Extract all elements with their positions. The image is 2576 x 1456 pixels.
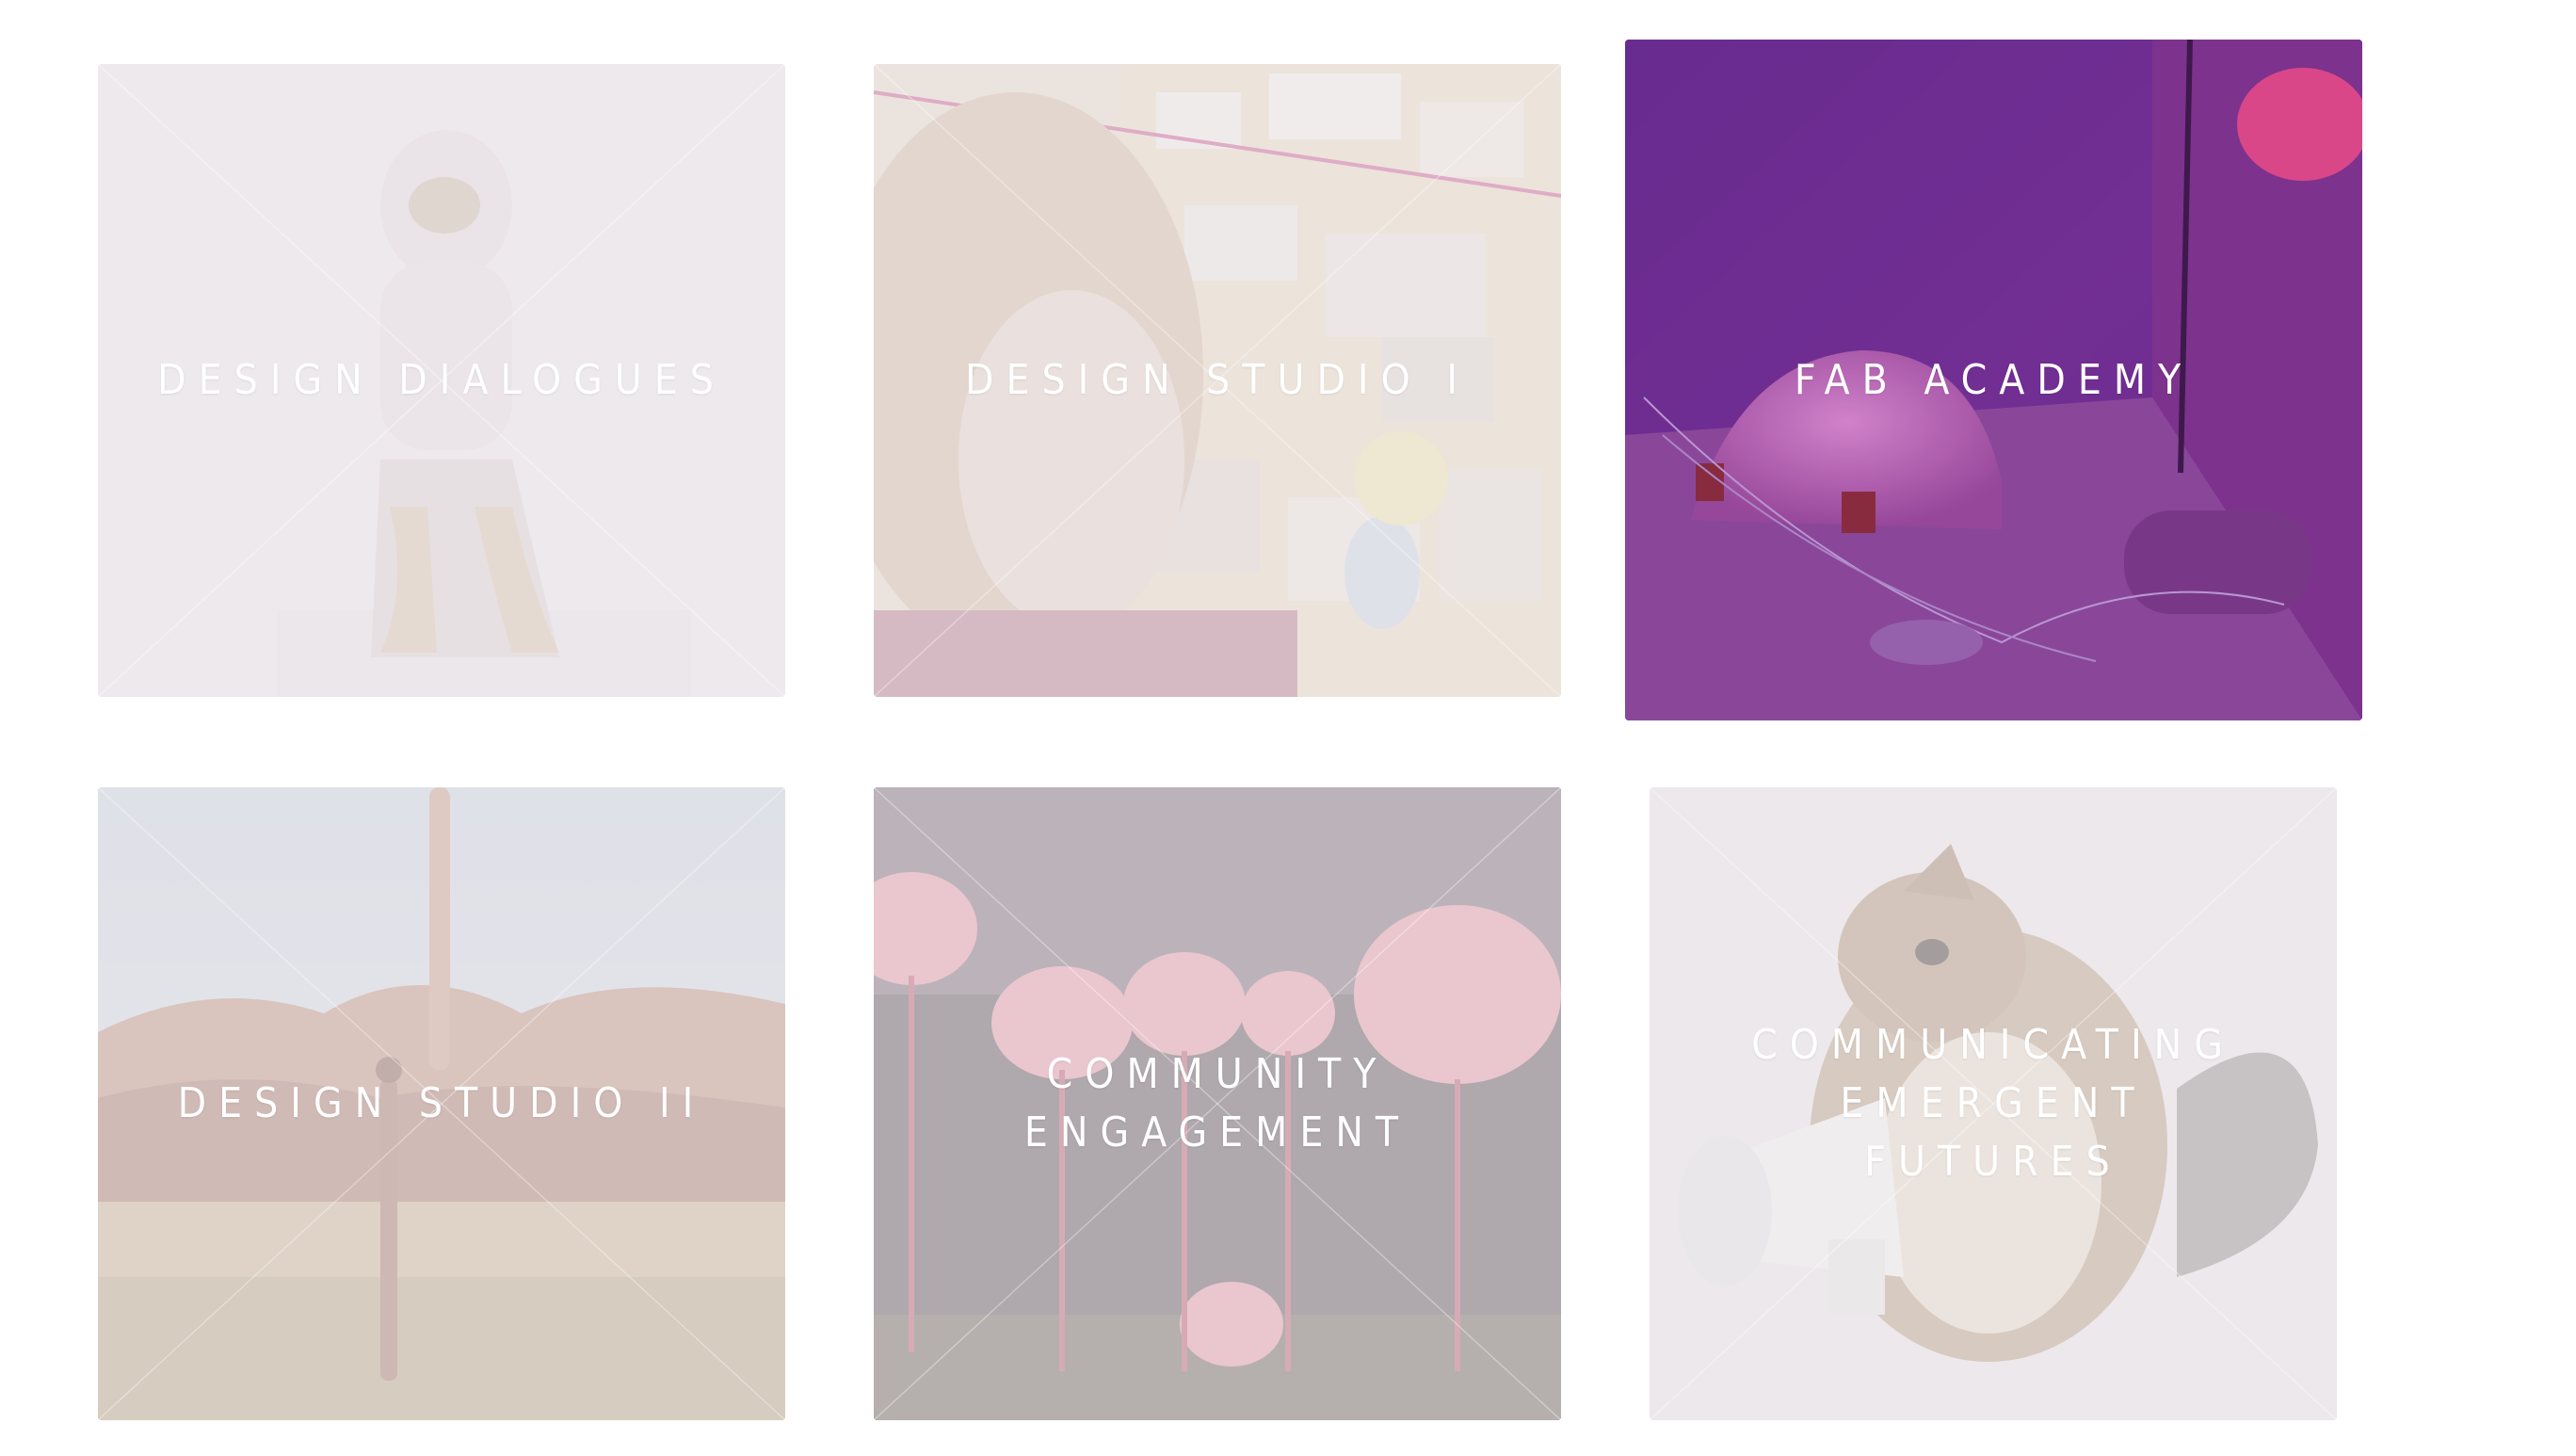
course-title: DESIGN DIALOGUES [157, 356, 726, 404]
course-card-community-engagement[interactable]: COMMUNITY ENGAGEMENT [874, 787, 1561, 1420]
course-card-design-studio-i[interactable]: DESIGN STUDIO I [874, 64, 1561, 697]
course-title: DESIGN STUDIO I [965, 356, 1470, 404]
course-card-design-studio-ii[interactable]: DESIGN STUDIO II [98, 787, 785, 1420]
course-title: COMMUNITY ENGAGEMENT [1023, 1050, 1411, 1157]
course-title: COMMUNICATING EMERGENT FUTURES [1751, 1021, 2235, 1186]
course-title: FAB ACADEMY [1794, 355, 2194, 404]
course-card-design-dialogues[interactable]: DESIGN DIALOGUES [98, 64, 785, 697]
course-card-fab-academy[interactable]: FAB ACADEMY [1625, 40, 2362, 720]
course-card-communicating-emergent-futures[interactable]: COMMUNICATING EMERGENT FUTURES [1650, 787, 2337, 1420]
course-title: DESIGN STUDIO II [177, 1079, 706, 1127]
